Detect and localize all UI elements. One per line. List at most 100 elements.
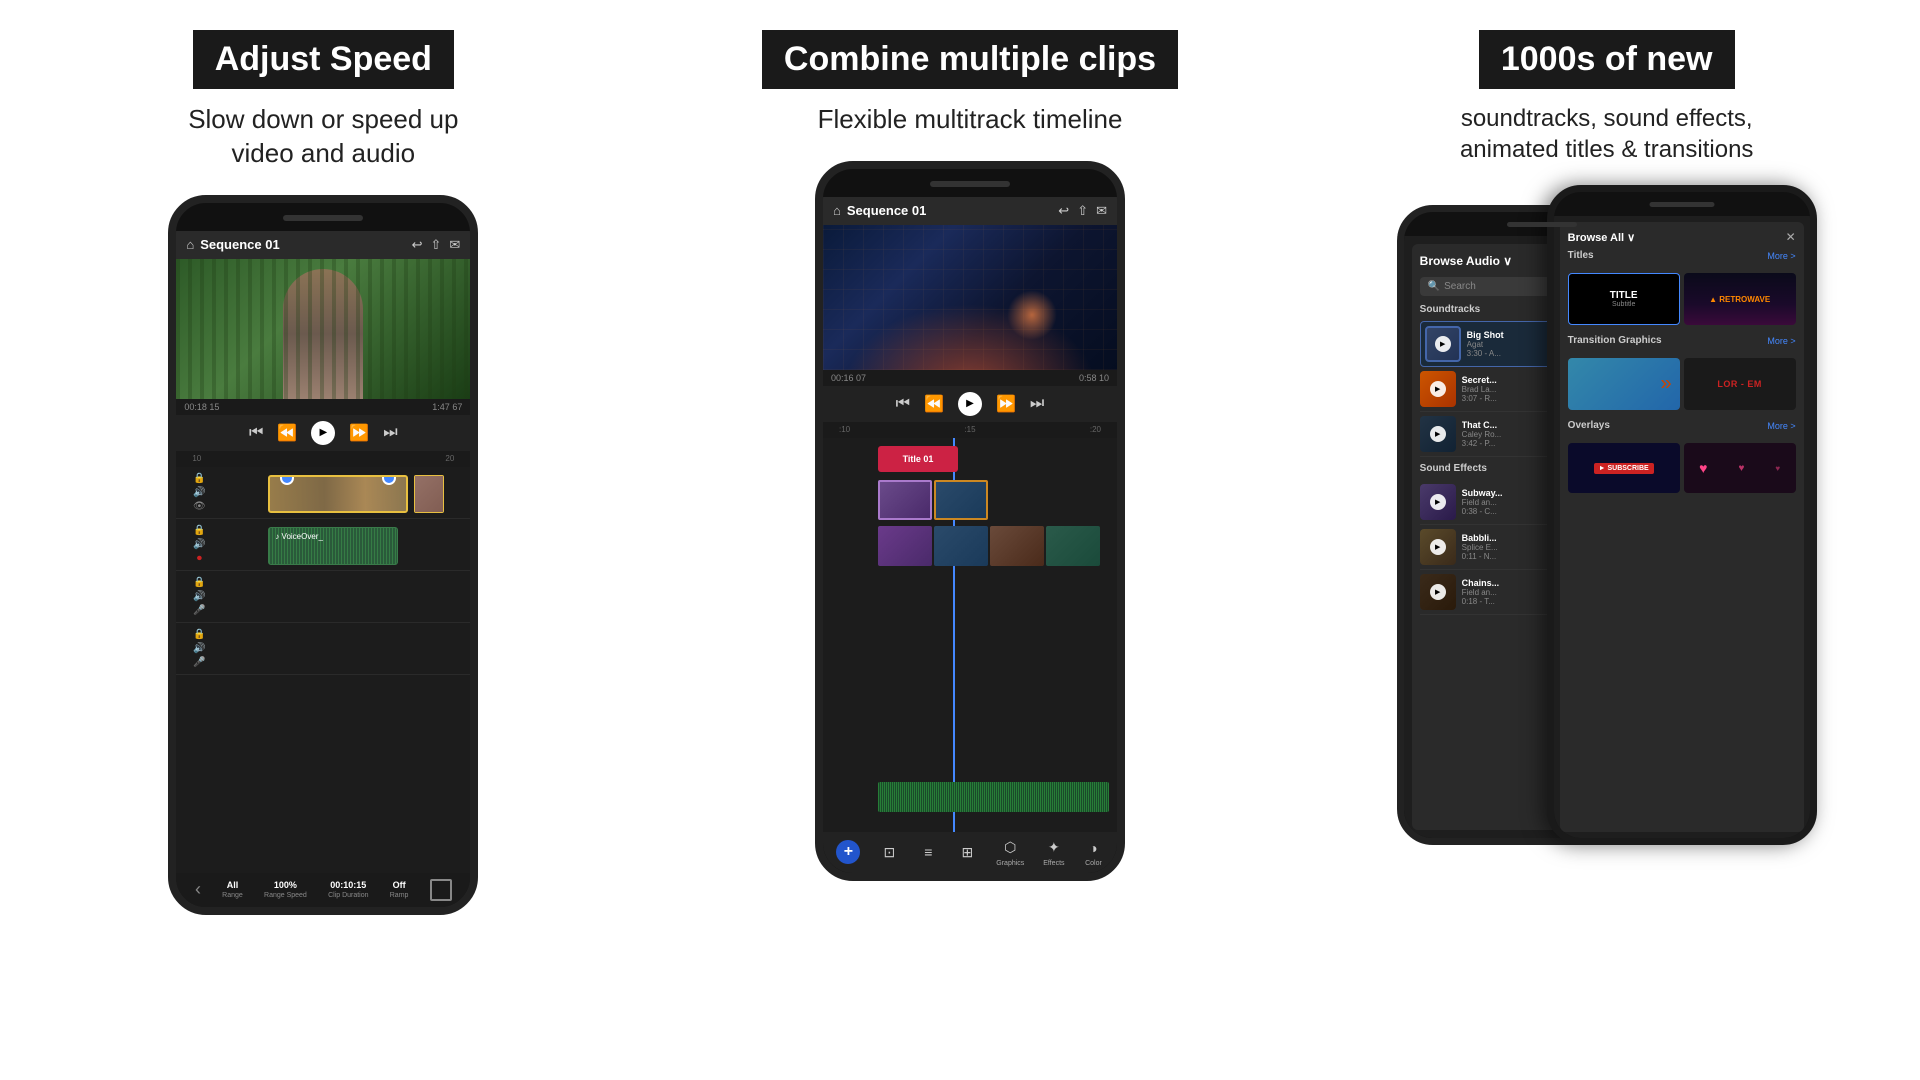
toolbar-btn-transform[interactable]: ⊞ — [957, 842, 977, 862]
ruler-marks: 10 20 — [184, 454, 462, 463]
step-back-btn[interactable]: ⏪ — [277, 423, 297, 443]
step-fwd-btn[interactable]: ⏩ — [349, 423, 369, 443]
title-text: TITLE — [1610, 290, 1638, 301]
timeline-ruler: 10 20 — [176, 451, 470, 467]
undo-icon-2[interactable]: ↩ — [1058, 203, 1069, 219]
track-1-play-btn[interactable]: ▶ — [1430, 381, 1446, 397]
clip-duration-btn[interactable]: 00:10:15 Clip Duration — [328, 880, 368, 899]
skip-fwd-btn-2[interactable]: ⏭ — [1030, 395, 1044, 413]
track-icons-video: 🔒 🔊 👁 — [180, 473, 218, 512]
color-icon: ◑ — [1083, 838, 1103, 858]
phone2-header: ⌂ Sequence 01 ↩ ⇧ ✉ — [823, 197, 1117, 225]
duration-val: 00:10:15 — [330, 880, 366, 890]
step-fwd-btn-2[interactable]: ⏩ — [996, 394, 1016, 414]
section1-subtitle: Slow down or speed up video and audio — [188, 103, 458, 171]
overlay-preview-1[interactable]: ► SUBSCRIBE — [1568, 443, 1680, 493]
timeline-2: Title 01 — [823, 438, 1117, 832]
overlay-preview-2[interactable]: ♥ ♥ ♥ — [1684, 443, 1796, 493]
nav-back-arrow[interactable]: ‹ — [195, 879, 201, 900]
title-preview-2-text: ▲ RETROWAVE — [1709, 295, 1770, 304]
section3-title: 1000s of new — [1479, 30, 1735, 89]
subscribe-btn: ► SUBSCRIBE — [1594, 463, 1654, 474]
title-preview-2[interactable]: ▲ RETROWAVE — [1684, 273, 1796, 325]
title-preview-1[interactable]: TITLE Subtitle — [1568, 273, 1680, 325]
titles-more[interactable]: More > — [1767, 251, 1795, 261]
video-clip[interactable] — [268, 475, 408, 513]
audio-strip — [878, 782, 1109, 812]
step-back-btn-2[interactable]: ⏪ — [924, 394, 944, 414]
mic-icon-2: 🎤 — [193, 657, 205, 668]
audio-icon: 🔊 — [193, 487, 205, 498]
toolbar-btn-effects[interactable]: ✦ Effects — [1043, 838, 1064, 867]
ramp-label: Ramp — [390, 892, 409, 899]
vs-thumb-1 — [878, 480, 932, 520]
range-label: Range — [222, 892, 243, 899]
track-0-play-btn[interactable]: ▶ — [1435, 336, 1451, 352]
range-val: All — [227, 880, 239, 890]
skip-fwd-btn[interactable]: ⏭ — [383, 424, 397, 442]
lock-icon: 🔒 — [193, 473, 205, 484]
sfx-2-play[interactable]: ▶ — [1420, 574, 1456, 610]
ruler-mark-15: :15 — [964, 425, 975, 434]
overlays-more[interactable]: More > — [1767, 421, 1795, 431]
duration-label: Clip Duration — [328, 892, 368, 899]
color-label: Color — [1085, 860, 1102, 867]
browse-audio-title[interactable]: Browse Audio ∨ — [1420, 254, 1512, 268]
sfx-2-play-btn[interactable]: ▶ — [1430, 584, 1446, 600]
audio-track: 🔒 🔊 ⏺ ♪ VoiceOver_ — [176, 519, 470, 571]
comment-icon[interactable]: ✉ — [449, 237, 460, 253]
track-2-play[interactable]: ▶ — [1420, 416, 1456, 452]
search-placeholder: Search — [1444, 281, 1476, 292]
browse-close-btn[interactable]: ✕ — [1786, 230, 1796, 244]
sfx-0-play-btn[interactable]: ▶ — [1430, 494, 1446, 510]
ruler-mark-20: 20 — [445, 454, 454, 463]
section3-subtitle: soundtracks, sound effects, animated tit… — [1460, 103, 1753, 165]
heart-icon-2: ♥ — [1738, 463, 1744, 474]
transition-header: Transition Graphics More > — [1568, 335, 1796, 346]
track-0-play[interactable]: ▶ — [1425, 326, 1461, 362]
range-btn[interactable]: All Range — [222, 880, 243, 899]
sfx-1-play-btn[interactable]: ▶ — [1430, 539, 1446, 555]
share-icon[interactable]: ⇧ — [431, 237, 442, 253]
speed-val: 100% — [274, 880, 297, 890]
ramp-btn[interactable]: Off Ramp — [390, 880, 409, 899]
video-track: 🔒 🔊 👁 — [176, 467, 470, 519]
skip-back-btn-2[interactable]: ⏮ — [896, 395, 910, 413]
toolbar-btn-clip[interactable]: ⊡ — [879, 842, 899, 862]
add-button[interactable]: + — [836, 840, 860, 864]
home-icon-2: ⌂ — [833, 203, 841, 218]
transition-more[interactable]: More > — [1767, 336, 1795, 346]
track-1-play[interactable]: ▶ — [1420, 371, 1456, 407]
browse-all-title[interactable]: Browse All ∨ — [1568, 231, 1636, 244]
audio-icon-4: 🔊 — [193, 643, 205, 654]
trans-preview-2[interactable]: LOR - EM — [1684, 358, 1796, 410]
titles-grid: TITLE Subtitle ▲ RETROWAVE — [1568, 273, 1796, 325]
playback-controls-2: ⏮ ⏪ ▶ ⏩ ⏭ — [823, 386, 1117, 422]
share-icon-2[interactable]: ⇧ — [1077, 203, 1088, 219]
phones-container: Browse Audio ∨ ✕ 🔍 Search Soundtracks Mo… — [1397, 185, 1817, 865]
record-icon[interactable]: ⏺ — [197, 553, 202, 564]
track-icons-audio: 🔒 🔊 ⏺ — [180, 525, 218, 564]
play-btn[interactable]: ▶ — [311, 421, 335, 445]
video-strip-2 — [878, 526, 1100, 566]
toolbar-btn-graphics[interactable]: ⬡ Graphics — [996, 838, 1024, 867]
sfx-1-play[interactable]: ▶ — [1420, 529, 1456, 565]
comment-icon-2[interactable]: ✉ — [1096, 203, 1107, 219]
sequence-title: Sequence 01 — [200, 237, 280, 252]
range-speed-btn[interactable]: 100% Range Speed — [264, 880, 307, 899]
toolbar-btn-tracks[interactable]: ≡ — [918, 842, 938, 862]
undo-icon[interactable]: ↩ — [412, 237, 423, 253]
soundtracks-label: Soundtracks — [1420, 304, 1481, 315]
voiceover-clip[interactable]: ♪ VoiceOver_ — [268, 527, 398, 565]
transition-label: Transition Graphics — [1568, 335, 1662, 346]
title-clip[interactable]: Title 01 — [878, 446, 958, 472]
extra-track-1: 🔒 🔊 🎤 — [176, 571, 470, 623]
track-2-play-btn[interactable]: ▶ — [1430, 426, 1446, 442]
titles-header: Titles More > — [1568, 250, 1796, 261]
toolbar-btn-color[interactable]: ◑ Color — [1083, 838, 1103, 867]
section-audio-browse: 1000s of new soundtracks, sound effects,… — [1293, 0, 1920, 1080]
skip-back-btn[interactable]: ⏮ — [249, 424, 263, 442]
trans-preview-1[interactable]: » — [1568, 358, 1680, 410]
sfx-0-play[interactable]: ▶ — [1420, 484, 1456, 520]
play-btn-2[interactable]: ▶ — [958, 392, 982, 416]
